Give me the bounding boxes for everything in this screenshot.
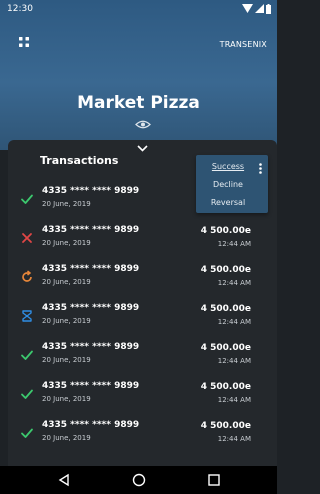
check-icon	[21, 389, 33, 399]
card-number: 4335 **** **** 9899	[42, 381, 140, 391]
filter-option-success[interactable]: Success	[196, 162, 260, 171]
transaction-amount: 4 500.00e	[200, 226, 251, 236]
cross-icon	[22, 233, 32, 243]
transaction-amount: 4 500.00e	[200, 265, 251, 275]
check-icon	[21, 194, 33, 204]
transactions-title: Transactions	[40, 154, 119, 167]
transaction-date: 20 June, 2019	[42, 395, 91, 403]
transaction-time: 12:44 AM	[217, 396, 251, 404]
signal-icon	[255, 4, 264, 13]
eye-icon[interactable]	[135, 119, 151, 130]
transaction-date: 20 June, 2019	[42, 200, 91, 208]
card-number: 4335 **** **** 9899	[42, 342, 140, 352]
card-number: 4335 **** **** 9899	[42, 186, 140, 196]
back-icon[interactable]	[57, 473, 71, 487]
check-icon	[21, 428, 33, 438]
transaction-date: 20 June, 2019	[42, 278, 91, 286]
filter-option-reversal[interactable]: Reversal	[196, 198, 260, 207]
transaction-amount: 4 500.00e	[200, 304, 251, 314]
filter-menu: Success Decline Reversal	[196, 155, 268, 213]
wifi-icon	[242, 4, 253, 13]
battery-icon	[266, 3, 271, 14]
more-vertical-icon[interactable]	[259, 163, 262, 174]
transaction-row[interactable]: 4335 **** **** 9899 20 June, 2019 4 500.…	[0, 376, 277, 412]
status-bar: 12:30	[0, 0, 277, 18]
transaction-row[interactable]: 4335 **** **** 9899 20 June, 2019 4 500.…	[0, 298, 277, 334]
system-nav-bar	[0, 466, 277, 494]
reversal-icon	[22, 270, 32, 282]
transaction-amount: 4 500.00e	[200, 382, 251, 392]
transaction-date: 20 June, 2019	[42, 317, 91, 325]
status-icons	[242, 3, 271, 14]
transaction-time: 12:44 AM	[217, 240, 251, 248]
transaction-time: 12:44 AM	[217, 318, 251, 326]
card-number: 4335 **** **** 9899	[42, 303, 140, 313]
chevron-down-icon[interactable]	[137, 145, 148, 152]
transaction-time: 12:44 AM	[217, 279, 251, 287]
transaction-amount: 4 500.00e	[200, 343, 251, 353]
transaction-time: 12:44 AM	[217, 357, 251, 365]
menu-grid-icon[interactable]	[17, 35, 31, 49]
transaction-row[interactable]: 4335 **** **** 9899 20 June, 2019 4 500.…	[0, 337, 277, 373]
merchant-name: Market Pizza	[77, 93, 200, 113]
status-time: 12:30	[7, 4, 33, 14]
home-icon[interactable]	[132, 473, 146, 487]
transaction-row[interactable]: 4335 **** **** 9899 20 June, 2019 4 500.…	[0, 220, 277, 256]
transaction-date: 20 June, 2019	[42, 434, 91, 442]
transaction-time: 12:44 AM	[217, 435, 251, 443]
card-number: 4335 **** **** 9899	[42, 420, 140, 430]
transaction-date: 20 June, 2019	[42, 356, 91, 364]
transaction-row[interactable]: 4335 **** **** 9899 20 June, 2019 4 500.…	[0, 259, 277, 295]
recents-icon[interactable]	[207, 473, 221, 487]
card-number: 4335 **** **** 9899	[42, 264, 140, 274]
transaction-row[interactable]: 4335 **** **** 9899 20 June, 2019 4 500.…	[0, 415, 277, 451]
card-number: 4335 **** **** 9899	[42, 225, 140, 235]
filter-option-decline[interactable]: Decline	[196, 180, 260, 189]
check-icon	[21, 350, 33, 360]
transaction-date: 20 June, 2019	[42, 239, 91, 247]
brand-name: TRANSENIX	[219, 40, 267, 49]
hourglass-icon	[22, 310, 32, 322]
transaction-amount: 4 500.00e	[200, 421, 251, 431]
